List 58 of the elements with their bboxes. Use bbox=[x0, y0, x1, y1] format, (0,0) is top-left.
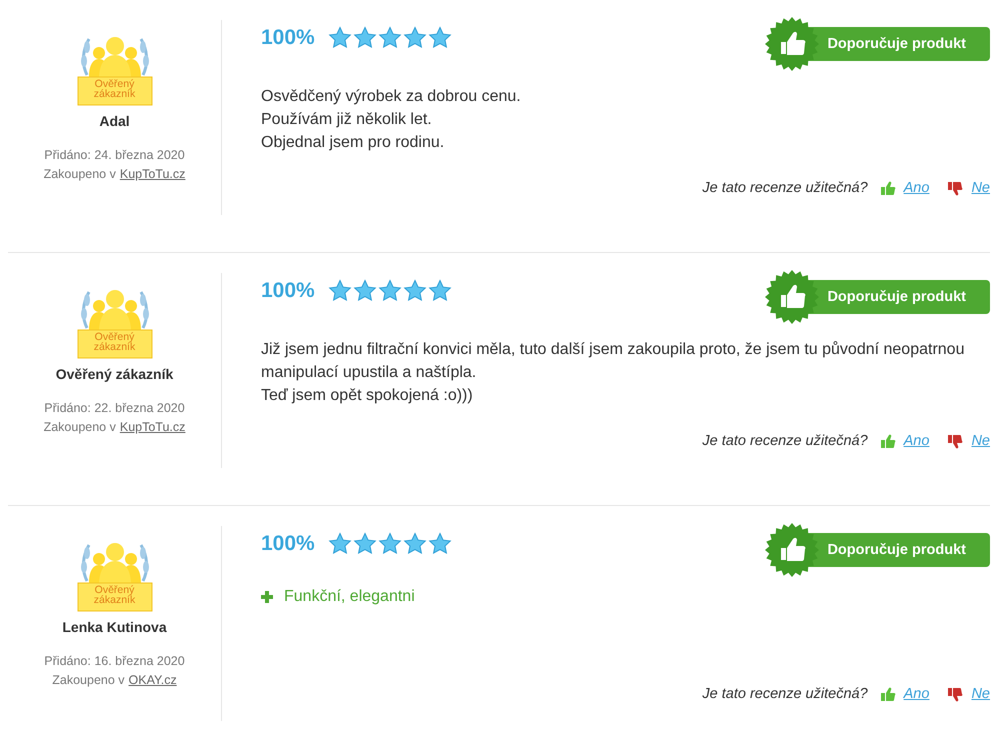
thumbs-up-icon bbox=[880, 434, 896, 448]
star-icon bbox=[378, 26, 402, 50]
pro-text: Funkční, elegantni bbox=[284, 587, 415, 607]
helpful-question: Je tato recenze užitečná? bbox=[702, 180, 868, 196]
review-text: Objednal jsem pro rodinu. bbox=[261, 133, 446, 153]
author-name: Adal bbox=[99, 113, 130, 129]
no-link[interactable]: Ne bbox=[971, 433, 990, 449]
review-text: Používám již několik let. bbox=[261, 110, 433, 130]
rating-percent: 100% bbox=[261, 279, 315, 303]
star-icon bbox=[402, 26, 427, 50]
star-icon bbox=[328, 279, 352, 303]
review-text: Osvědčený výrobek za dobrou cenu. bbox=[261, 87, 522, 107]
purchase-label: Zakoupeno v bbox=[44, 420, 116, 434]
thumbs-down-icon bbox=[947, 686, 964, 702]
rating-percent: 100% bbox=[261, 532, 315, 556]
helpful-question: Je tato recenze užitečná? bbox=[702, 686, 868, 702]
thumbs-down-icon bbox=[947, 434, 964, 448]
purchase-label: Zakoupeno v bbox=[52, 673, 125, 687]
date-added: Přidáno: 22. března 2020 bbox=[44, 401, 185, 415]
thumbs-up-seal-icon bbox=[765, 270, 820, 324]
shop-link[interactable]: OKAY.cz bbox=[128, 673, 177, 687]
star-icon bbox=[428, 532, 452, 556]
thumbs-down-icon bbox=[947, 180, 964, 196]
date-added: Přidáno: 24. března 2020 bbox=[44, 148, 185, 162]
date-added: Přidáno: 16. března 2020 bbox=[44, 654, 185, 668]
purchase-label: Zakoupeno v bbox=[44, 167, 116, 181]
star-icon bbox=[352, 532, 377, 556]
badge-label: Ověřený zákazník bbox=[92, 79, 136, 99]
star-icon bbox=[378, 279, 402, 303]
star-icon bbox=[328, 26, 352, 50]
plus-icon bbox=[261, 590, 273, 602]
no-link[interactable]: Ne bbox=[971, 686, 990, 702]
star-icon bbox=[402, 279, 427, 303]
author-name: Ověřený zákazník bbox=[56, 366, 174, 382]
thumbs-up-seal-icon bbox=[765, 523, 820, 577]
star-icon bbox=[428, 26, 452, 50]
star-icon bbox=[328, 532, 352, 556]
helpful-question: Je tato recenze užitečná? bbox=[702, 433, 868, 449]
star-icon bbox=[402, 532, 427, 556]
shop-link[interactable]: KupToTu.cz bbox=[120, 420, 186, 434]
review-text: Teď jsem opět spokojená :o))) bbox=[261, 386, 474, 406]
star-icon bbox=[352, 279, 377, 303]
yes-link[interactable]: Ano bbox=[904, 180, 930, 196]
star-icon bbox=[352, 26, 377, 50]
yes-link[interactable]: Ano bbox=[904, 433, 930, 449]
no-link[interactable]: Ne bbox=[971, 180, 990, 196]
review-text: Již jsem jednu filtrační konvici měla, tuto další jsem zakoupila proto, že jsem tu původní neopatrnou manipulací upustila a naštípla. bbox=[261, 340, 966, 383]
badge-label: Ověřený zákazník bbox=[92, 332, 136, 352]
star-icon bbox=[428, 279, 452, 303]
badge-label: Ověřený zákazník bbox=[92, 585, 136, 605]
rating-percent: 100% bbox=[261, 26, 315, 50]
yes-link[interactable]: Ano bbox=[904, 686, 930, 702]
author-name: Lenka Kutinova bbox=[62, 619, 167, 635]
thumbs-up-seal-icon bbox=[765, 17, 820, 71]
thumbs-up-icon bbox=[880, 180, 896, 196]
star-icon bbox=[378, 532, 402, 556]
thumbs-up-icon bbox=[880, 686, 896, 702]
shop-link[interactable]: KupToTu.cz bbox=[120, 167, 186, 181]
